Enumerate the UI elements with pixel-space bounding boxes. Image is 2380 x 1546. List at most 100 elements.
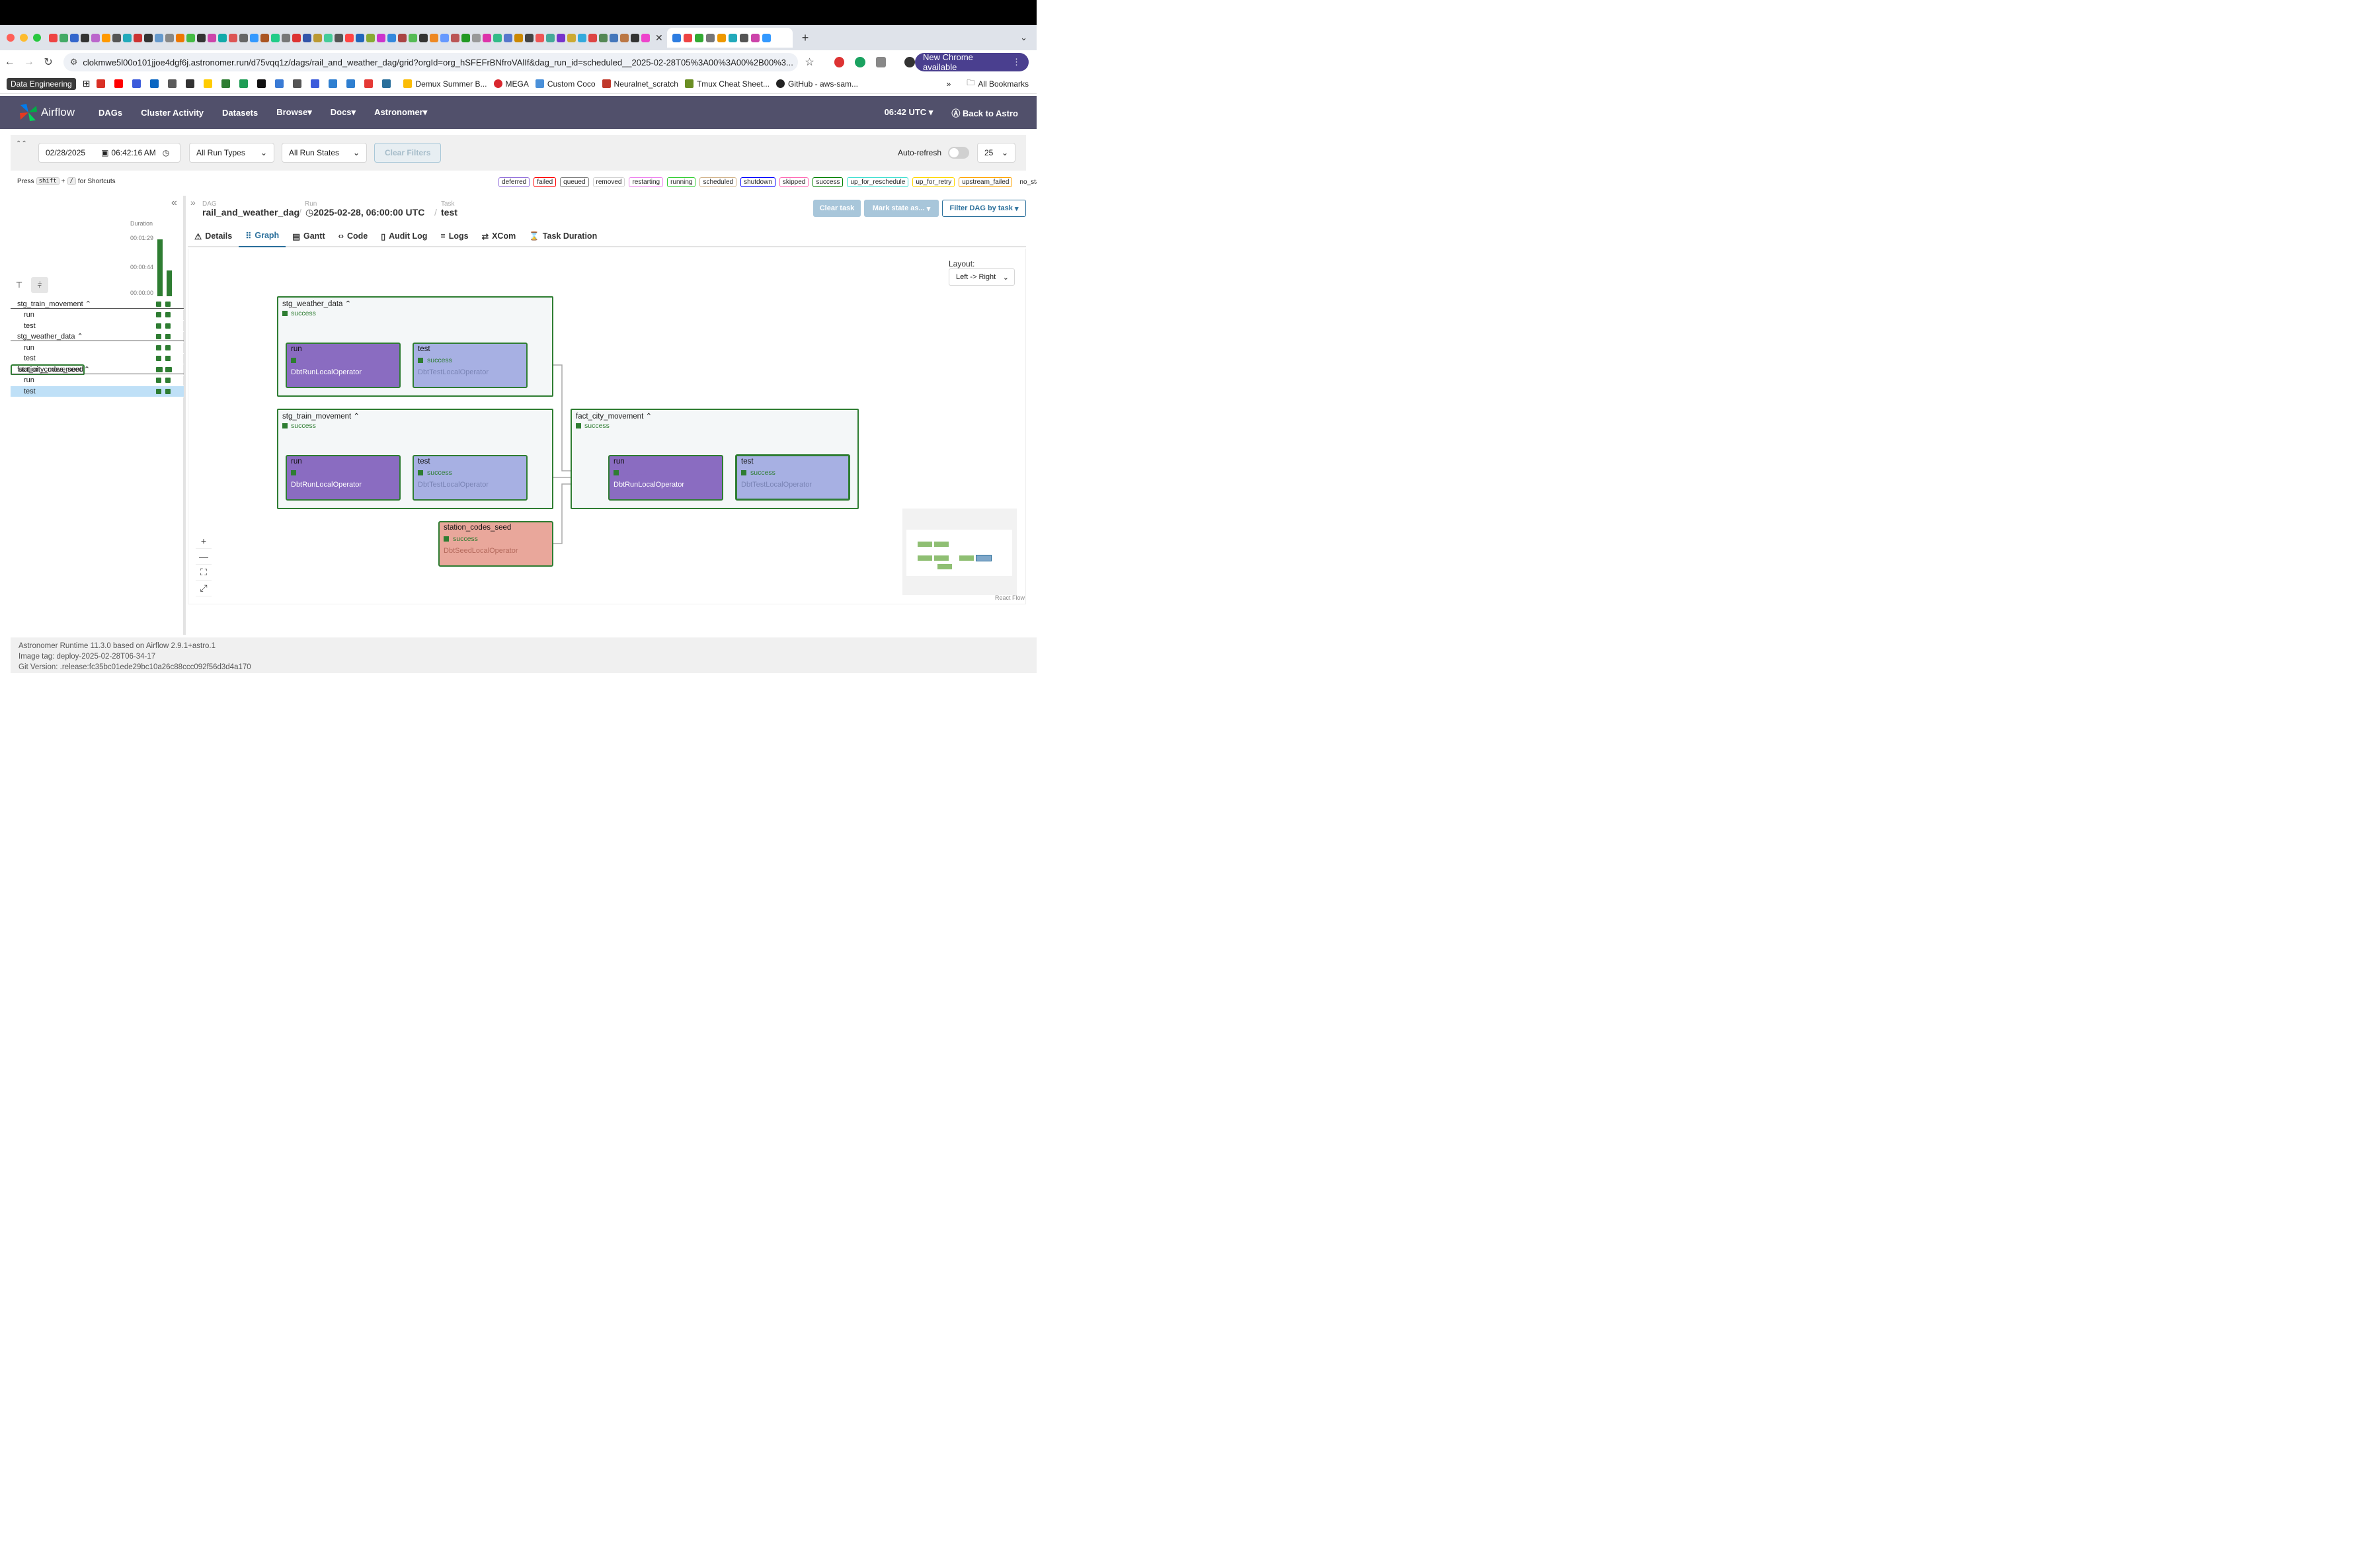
grid-row-fact-city-movement[interactable]: fact_city_movement ⌃: [11, 364, 184, 376]
tab-favicon[interactable]: [208, 33, 216, 42]
grid-row-test[interactable]: test: [11, 354, 184, 364]
tab-favicon[interactable]: [250, 33, 258, 42]
adblock-extension-icon[interactable]: [834, 57, 845, 67]
url-field[interactable]: ⚙ clokmwe5l00o101jjoe4dgf6j.astronomer.r…: [63, 53, 799, 71]
task-instance-cell[interactable]: [156, 388, 161, 394]
tab-favicon[interactable]: [409, 33, 417, 42]
tab-favicon[interactable]: [641, 33, 650, 42]
tab-favicon[interactable]: [197, 33, 206, 42]
task-instance-cell[interactable]: [165, 378, 171, 384]
auto-refresh-toggle[interactable]: [948, 147, 969, 159]
tab-xcom[interactable]: ⇄ XCom: [475, 225, 523, 247]
bookmark-icon[interactable]: [204, 79, 213, 88]
grammarly-extension-icon[interactable]: [855, 57, 865, 67]
collapse-all-icon[interactable]: ⫩: [31, 277, 48, 293]
bookmark-icon[interactable]: [221, 79, 231, 88]
expand-all-icon[interactable]: ⊤: [11, 277, 28, 293]
fit-view-icon[interactable]: ⛶: [196, 565, 212, 581]
grid-row-stg-train-movement[interactable]: stg_train_movement ⌃: [11, 299, 184, 310]
grid-row-run[interactable]: run: [11, 343, 184, 354]
task-instance-cell[interactable]: [165, 388, 171, 394]
tab-favicon[interactable]: [165, 33, 174, 42]
collapse-filters-icon[interactable]: ⌃⌃: [16, 140, 27, 147]
legend-removed[interactable]: removed: [592, 177, 625, 187]
tab-favicon[interactable]: [631, 33, 639, 42]
more-bookmarks-icon[interactable]: »: [947, 79, 951, 89]
tab-favicon[interactable]: [70, 33, 79, 42]
tab-favicon[interactable]: [49, 33, 58, 42]
tab-favicon[interactable]: [239, 33, 248, 42]
nav-datasets[interactable]: Datasets: [222, 108, 258, 118]
task-instance-cell[interactable]: [165, 334, 171, 340]
legend-shutdown[interactable]: shutdown: [740, 177, 775, 187]
tab-favicon[interactable]: [610, 33, 618, 42]
task-instance-cell[interactable]: [156, 366, 161, 372]
bookmark-icon[interactable]: [329, 79, 338, 88]
bookmark-icon[interactable]: [346, 79, 356, 88]
tab-favicon[interactable]: [578, 33, 586, 42]
task-instance-cell[interactable]: [165, 366, 171, 372]
nav-docs[interactable]: Docs▾: [331, 107, 356, 118]
legend-restarting[interactable]: restarting: [629, 177, 664, 187]
bookmark-icon[interactable]: [239, 79, 249, 88]
close-tab-icon[interactable]: ✕: [655, 32, 663, 44]
base-date-input[interactable]: 02/28/2025 ▣ 06:42:16 AM ◷: [38, 143, 180, 163]
tab-favicon[interactable]: [303, 33, 311, 42]
forward-icon[interactable]: →: [19, 56, 38, 68]
bookmark-icon[interactable]: [364, 79, 374, 88]
task-node-train-run[interactable]: run success DbtRunLocalOperator: [286, 455, 401, 501]
tab-favicon[interactable]: [176, 33, 184, 42]
all-bookmarks[interactable]: 🗀 All Bookmarks: [967, 77, 1029, 91]
panel-resize-handle[interactable]: [183, 196, 186, 635]
bookmark-tmux[interactable]: Tmux Cheat Sheet...: [684, 79, 770, 89]
legend-up-for-retry[interactable]: up_for_retry: [912, 177, 955, 187]
nav-cluster-activity[interactable]: Cluster Activity: [141, 108, 204, 118]
tab-favicon[interactable]: [218, 33, 227, 42]
legend-up-for-reschedule[interactable]: up_for_reschedule: [847, 177, 909, 187]
tab-favicon[interactable]: [81, 33, 89, 42]
tab-favicon[interactable]: [588, 33, 597, 42]
bookmark-icon[interactable]: [311, 79, 320, 88]
tab-favicon[interactable]: [366, 33, 375, 42]
active-tab[interactable]: [666, 28, 793, 48]
tab-favicon[interactable]: [440, 33, 449, 42]
tab-details[interactable]: ⚠ Details: [188, 225, 239, 247]
task-node-train-test[interactable]: test success DbtTestLocalOperator: [413, 455, 528, 501]
tab-favicon[interactable]: [282, 33, 290, 42]
grid-row-stg-weather-data[interactable]: stg_weather_data ⌃: [11, 332, 184, 343]
reload-icon[interactable]: ↻: [39, 56, 58, 69]
back-icon[interactable]: ←: [0, 56, 19, 68]
site-info-icon[interactable]: ⚙: [70, 57, 78, 67]
bookmark-icon[interactable]: [132, 79, 141, 88]
run-duration-bar[interactable]: [167, 270, 172, 296]
tab-favicon[interactable]: [451, 33, 459, 42]
legend-no-status[interactable]: no_status: [1016, 177, 1037, 187]
legend-upstream-failed[interactable]: upstream_failed: [959, 177, 1013, 187]
tab-favicon[interactable]: [260, 33, 269, 42]
bookmark-icon[interactable]: [114, 79, 124, 88]
bookmark-icon[interactable]: [168, 79, 177, 88]
task-instance-cell[interactable]: [156, 301, 161, 307]
bookmark-custom-coco[interactable]: Custom Coco: [535, 79, 596, 89]
bookmark-icon[interactable]: [186, 79, 195, 88]
tab-favicon[interactable]: [514, 33, 523, 42]
chevron-up-icon[interactable]: ⌃: [353, 413, 360, 421]
tab-favicon[interactable]: [398, 33, 407, 42]
tab-favicon[interactable]: [483, 33, 491, 42]
tab-favicon[interactable]: [461, 33, 470, 42]
run-crumb[interactable]: ◷2025-02-28, 06:00:00 UTC: [305, 207, 424, 218]
grid-row-test[interactable]: test: [11, 386, 184, 397]
tab-gantt[interactable]: ▤ Gantt: [286, 225, 331, 247]
dag-crumb[interactable]: rail_and_weather_dag: [202, 207, 299, 218]
legend-skipped[interactable]: skipped: [779, 177, 809, 187]
task-instance-cell[interactable]: [165, 323, 171, 329]
grid-row-run[interactable]: run: [11, 376, 184, 386]
tab-favicon[interactable]: [377, 33, 385, 42]
tab-favicon[interactable]: [60, 33, 68, 42]
run-types-select[interactable]: All Run Types ⌄: [189, 143, 274, 163]
task-node-station-codes-seed[interactable]: station_codes_seed success DbtSeedLocalO…: [438, 521, 553, 567]
zoom-out-icon[interactable]: —: [196, 549, 212, 565]
bookmark-neuralnet[interactable]: Neuralnet_scratch: [602, 79, 678, 89]
graph-minimap[interactable]: [902, 509, 1017, 595]
tab-search-icon[interactable]: ⌄: [1020, 32, 1027, 43]
